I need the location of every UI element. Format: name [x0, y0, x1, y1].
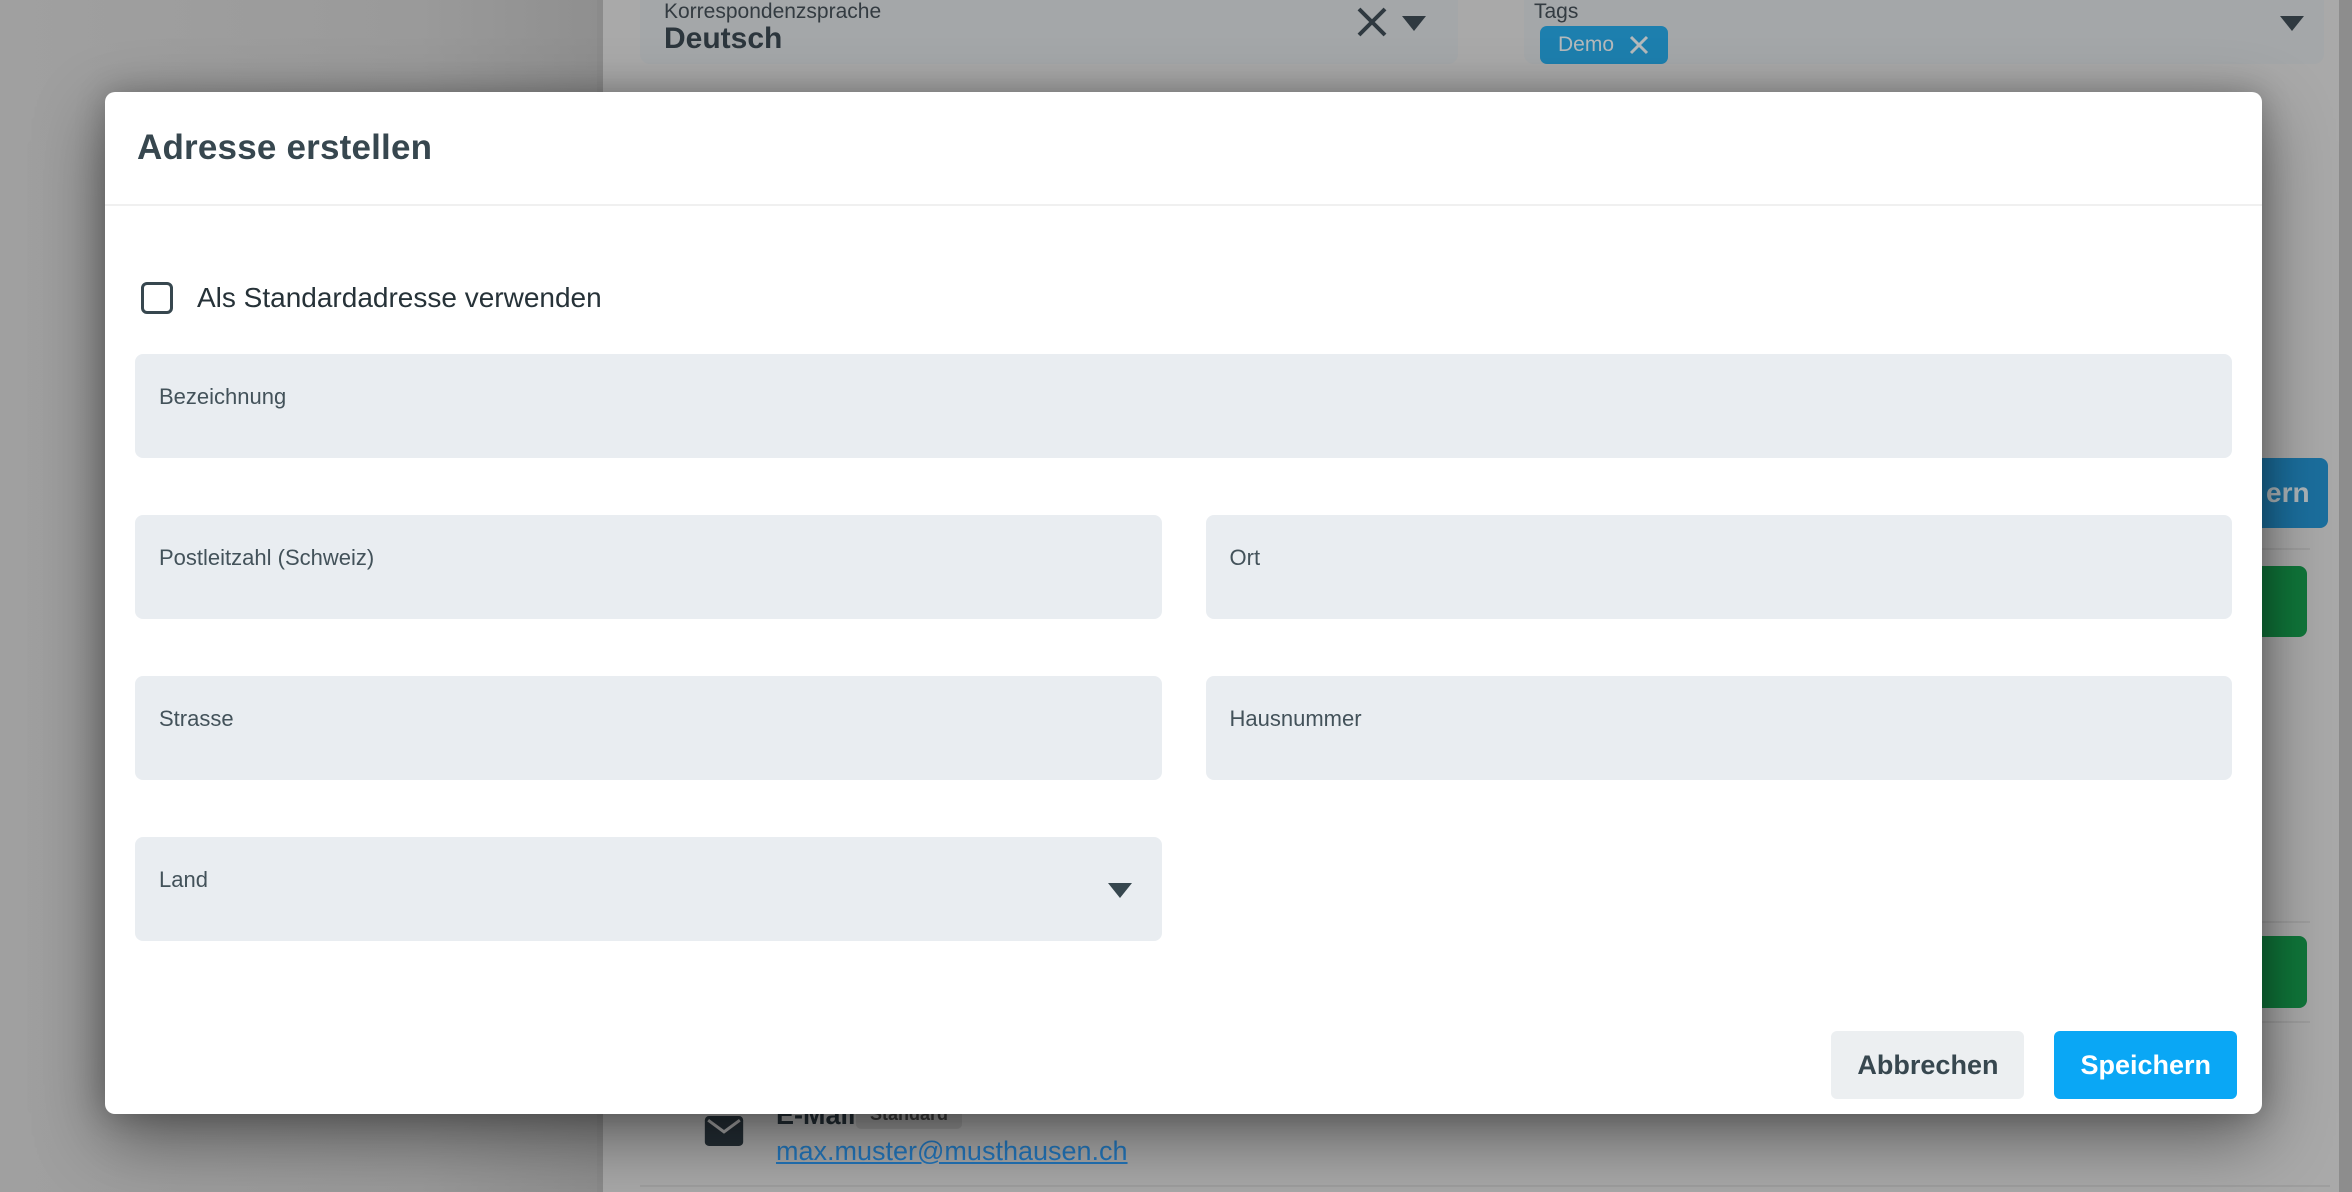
bezeichnung-label: Bezeichnung — [159, 384, 286, 410]
chevron-down-icon[interactable] — [2280, 16, 2304, 31]
email-icon — [704, 1115, 744, 1152]
tag-chip-label: Demo — [1558, 33, 1614, 57]
dialog-title: Adresse erstellen — [137, 128, 432, 168]
land-select[interactable]: Land — [135, 837, 1162, 941]
ort-input[interactable]: Ort — [1206, 515, 2233, 619]
language-select-field[interactable]: Korrespondenzsprache Deutsch — [640, 0, 1458, 64]
create-address-dialog: Adresse erstellen Als Standardadresse ve… — [105, 92, 2262, 1114]
tag-chip-demo[interactable]: Demo — [1540, 26, 1668, 64]
partial-button-text: ern — [2266, 477, 2310, 509]
section-divider — [640, 1185, 2330, 1187]
scrollbar[interactable] — [2339, 0, 2352, 1192]
cancel-button[interactable]: Abbrechen — [1831, 1031, 2024, 1099]
ort-label: Ort — [1230, 545, 1261, 571]
default-address-checkbox-label: Als Standardadresse verwenden — [197, 282, 602, 314]
save-button[interactable]: Speichern — [2054, 1031, 2237, 1099]
hausnummer-label: Hausnummer — [1230, 706, 1362, 732]
tags-select-field[interactable]: Tags Demo — [1524, 0, 2324, 64]
tag-remove-icon[interactable] — [1628, 34, 1650, 56]
chevron-down-icon[interactable] — [1402, 16, 1426, 31]
bezeichnung-input[interactable]: Bezeichnung — [135, 354, 2232, 458]
address-fields-grid: Bezeichnung Postleitzahl (Schweiz) Ort S… — [135, 354, 2232, 941]
default-address-checkbox-row[interactable]: Als Standardadresse verwenden — [141, 282, 2232, 314]
hausnummer-input[interactable]: Hausnummer — [1206, 676, 2233, 780]
strasse-input[interactable]: Strasse — [135, 676, 1162, 780]
land-label: Land — [159, 867, 208, 893]
clear-icon[interactable] — [1354, 4, 1390, 40]
dialog-body: Als Standardadresse verwenden Bezeichnun… — [105, 282, 2262, 941]
screen: Korrespondenzsprache Deutsch Tags Demo e… — [0, 0, 2352, 1192]
strasse-label: Strasse — [159, 706, 234, 732]
email-address-link[interactable]: max.muster@musthausen.ch — [776, 1136, 1128, 1167]
postleitzahl-label: Postleitzahl (Schweiz) — [159, 545, 374, 571]
default-address-checkbox[interactable] — [141, 282, 173, 314]
dialog-footer: Abbrechen Speichern — [1831, 1031, 2237, 1099]
postleitzahl-input[interactable]: Postleitzahl (Schweiz) — [135, 515, 1162, 619]
chevron-down-icon[interactable] — [1108, 883, 1132, 898]
language-field-value: Deutsch — [664, 22, 782, 56]
dialog-header: Adresse erstellen — [105, 92, 2262, 206]
tags-field-label: Tags — [1534, 0, 1578, 24]
language-field-label: Korrespondenzsprache — [664, 0, 881, 24]
